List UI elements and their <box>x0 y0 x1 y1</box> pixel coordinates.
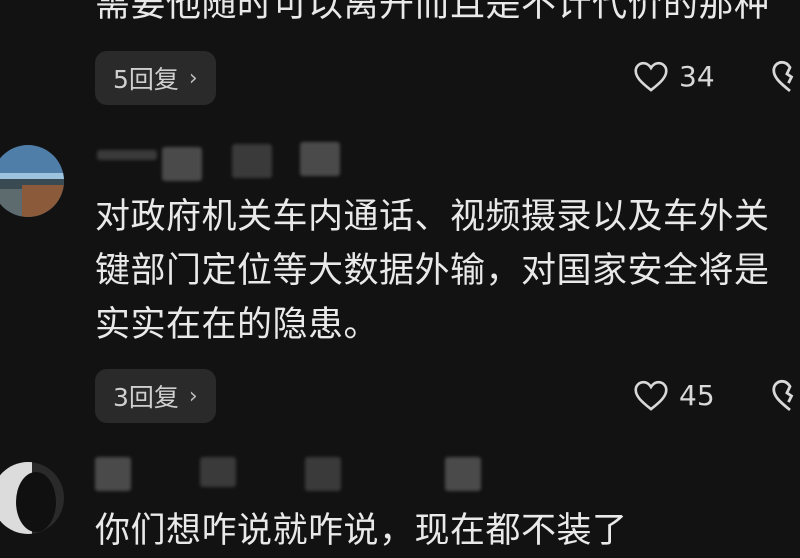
avatar-image <box>0 462 64 534</box>
like-button[interactable]: 34 <box>633 60 715 93</box>
replies-label: 3回复 <box>113 383 179 412</box>
comment-text: 你们想咋说就咋说，现在都不装了 <box>95 511 628 551</box>
broken-heart-icon[interactable] <box>770 60 800 94</box>
comment-text-line-3: 实实在在的隐患。 <box>95 305 380 345</box>
view-replies-button[interactable]: 5回复 › <box>95 51 216 105</box>
heart-icon <box>634 380 668 411</box>
avatar-image <box>0 145 64 217</box>
like-count: 34 <box>679 60 715 93</box>
avatar[interactable] <box>0 145 64 217</box>
chevron-right-icon: › <box>188 65 198 91</box>
view-replies-button[interactable]: 3回复 › <box>95 369 216 423</box>
broken-heart-icon[interactable] <box>770 379 800 413</box>
avatar[interactable] <box>0 462 64 534</box>
heart-icon <box>634 61 668 92</box>
like-count: 45 <box>679 379 715 412</box>
replies-label: 5回复 <box>113 65 179 94</box>
comment-text-line-2: 键部门定位等大数据外输，对国家安全将是 <box>95 251 770 291</box>
chevron-right-icon: › <box>188 383 198 409</box>
like-button[interactable]: 45 <box>633 379 715 412</box>
comment-text: 需要他随时可以离开而且是不计代价的那种 <box>95 0 770 25</box>
comment-text-line-1: 对政府机关车内通话、视频摄录以及车外关 <box>95 197 770 237</box>
